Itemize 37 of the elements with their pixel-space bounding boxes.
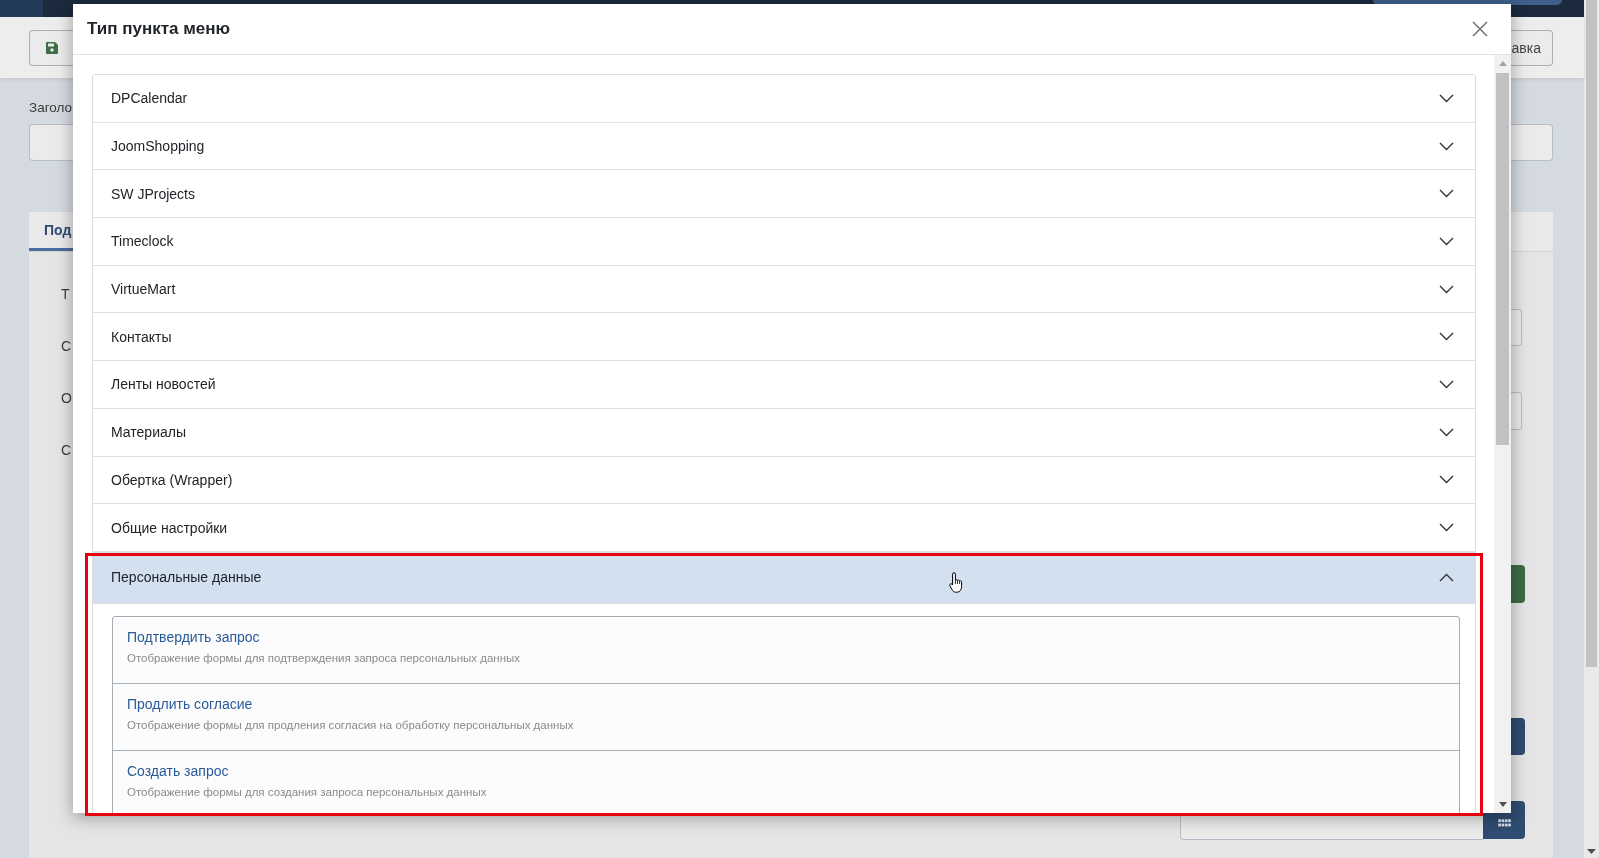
menu-type-description: Отображение формы для продления согласия на обработку персональных данных — [127, 717, 574, 733]
chevron-down-icon — [1439, 427, 1454, 437]
chevron-down-icon — [1439, 332, 1454, 342]
chevron-down-icon — [1439, 475, 1454, 485]
input-field[interactable] — [1509, 124, 1553, 161]
field-label: С — [61, 337, 72, 356]
menu-type-description: Отображение формы для создания запроса персональных данных — [127, 784, 487, 800]
close-icon — [1472, 21, 1488, 37]
chevron-down-icon — [1439, 141, 1454, 151]
menu-type-description: Отображение формы для подтверждения запроса персональных данных — [127, 650, 521, 666]
scroll-down-arrow-icon[interactable] — [1498, 802, 1507, 807]
dialog-title: Тип пункта меню — [87, 19, 230, 39]
chevron-down-icon — [1439, 284, 1454, 294]
field-label: С — [61, 441, 72, 460]
date-input-field[interactable] — [1180, 814, 1483, 840]
logo-block — [0, 0, 43, 17]
chevron-down-icon — [1439, 93, 1454, 103]
scroll-down-arrow-icon[interactable] — [1587, 849, 1596, 854]
scrollbar-thumb[interactable] — [1586, 0, 1597, 667]
field-label: О — [61, 389, 72, 408]
chevron-down-icon — [1439, 236, 1454, 246]
chevron-down-icon — [1439, 379, 1454, 389]
chevron-down-icon — [1439, 523, 1454, 533]
hand-cursor-icon — [949, 572, 964, 593]
scrollbar-thumb[interactable] — [1496, 73, 1509, 445]
field-label: Т — [61, 285, 71, 304]
accordion-header[interactable]: DPCalendar — [93, 75, 1475, 123]
menu-type-link[interactable]: Создать запрос — [127, 760, 229, 781]
calendar-icon — [1497, 819, 1511, 827]
input-field[interactable] — [29, 124, 73, 161]
chevron-up-icon — [1439, 572, 1454, 582]
field-label: Заголо — [29, 99, 73, 117]
close-button[interactable] — [1470, 19, 1490, 39]
menu-type-link[interactable]: Подтвердить запрос — [127, 626, 260, 647]
chevron-down-icon — [1439, 189, 1454, 199]
save-button[interactable] — [29, 29, 73, 66]
menu-type-link[interactable]: Продлить согласие — [127, 693, 253, 714]
